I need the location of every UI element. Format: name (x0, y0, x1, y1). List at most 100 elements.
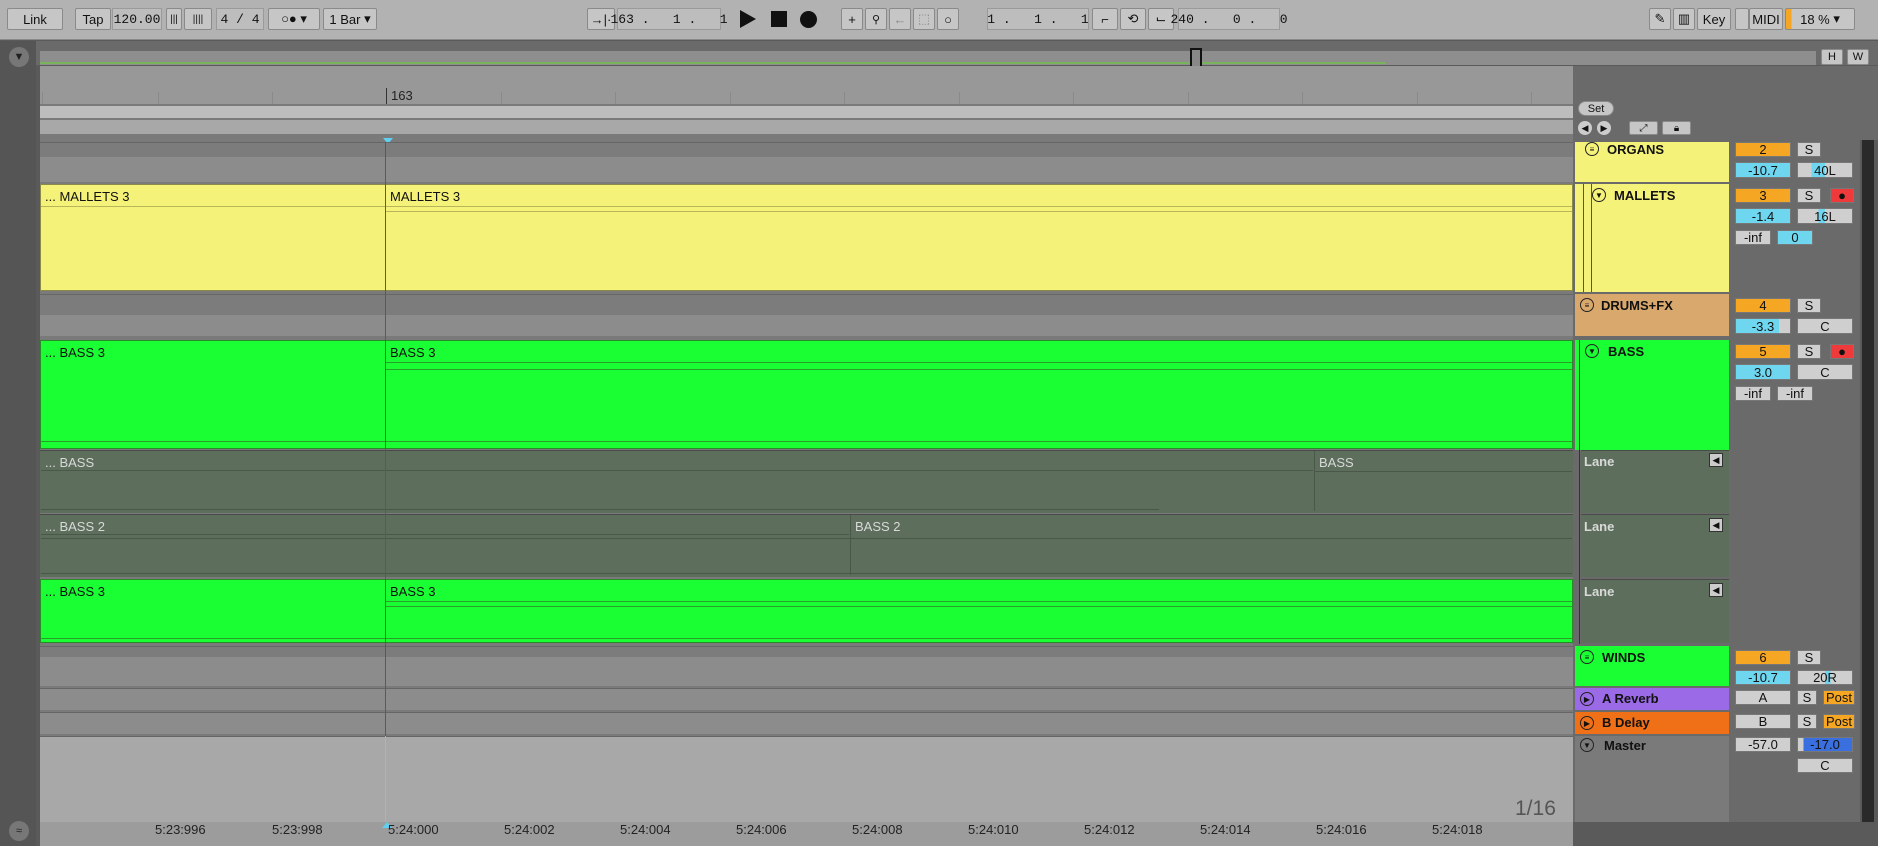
reverb-track-lane[interactable] (40, 688, 1573, 710)
master-pan[interactable]: C (1797, 758, 1853, 773)
key-map-button[interactable]: Key (1697, 8, 1731, 30)
reverb-track-letter[interactable]: A (1735, 690, 1791, 705)
reverb-name[interactable]: A Reverb (1602, 691, 1659, 706)
speaker-icon[interactable]: ◀ (1709, 518, 1723, 532)
punch-in-icon[interactable]: ⌐ (1092, 8, 1118, 30)
loop-start-field[interactable]: 1 . 1 . 1 (987, 8, 1089, 30)
bass-clip-right[interactable]: BASS 3 (386, 341, 1572, 363)
lock-icon[interactable]: 🔒︎ (1662, 121, 1691, 135)
prev-locator-icon[interactable]: ◀ (1578, 121, 1592, 135)
take-lane-3-label[interactable]: Lane (1584, 584, 1614, 599)
organs-track-number[interactable]: 2 (1735, 142, 1791, 157)
bass-solo-button[interactable]: S (1797, 344, 1821, 359)
nudge-down-icon[interactable]: ||| (166, 8, 182, 30)
master-volume[interactable]: -57.0 (1735, 737, 1791, 752)
winds-volume[interactable]: -10.7 (1735, 670, 1791, 685)
organs-solo-button[interactable]: S (1797, 142, 1821, 157)
delay-track-lane[interactable] (40, 712, 1573, 734)
speaker-icon[interactable]: ◀ (1709, 583, 1723, 597)
take-lane-1-clip-right[interactable]: BASS (1314, 451, 1572, 511)
groove-toggle-icon[interactable]: ≈ (9, 821, 29, 841)
take-lane-2-clip-left[interactable]: ... BASS 2 (41, 515, 849, 535)
delay-solo-button[interactable]: S (1797, 714, 1817, 729)
time-signature-field[interactable]: 4 / 4 (216, 8, 264, 30)
add-icon[interactable]: + (841, 8, 863, 30)
mallets-track-number[interactable]: 3 (1735, 188, 1791, 203)
drums-solo-button[interactable]: S (1797, 298, 1821, 313)
delay-track-letter[interactable]: B (1735, 714, 1791, 729)
vertical-scrollbar[interactable] (1862, 140, 1874, 822)
keyboard-icon[interactable]: ▥ (1673, 8, 1695, 30)
winds-solo-button[interactable]: S (1797, 650, 1821, 665)
reverb-post-button[interactable]: Post (1823, 690, 1855, 705)
master-track-lane[interactable] (40, 736, 1573, 822)
song-position-field[interactable]: 163 . 1 . 1 (610, 8, 728, 30)
bass-clip-left[interactable]: ... BASS 3 (41, 341, 385, 363)
organs-pan[interactable]: 40L (1797, 162, 1853, 178)
bass-name[interactable]: BASS (1608, 344, 1644, 359)
take-lane-2-label[interactable]: Lane (1584, 519, 1614, 534)
nudge-up-icon[interactable]: |||| (184, 8, 212, 30)
play-icon[interactable] (740, 10, 756, 28)
bass-pan[interactable]: C (1797, 364, 1853, 380)
winds-track-number[interactable]: 6 (1735, 650, 1791, 665)
quantize-select[interactable]: 1 Bar ▾ (323, 8, 377, 30)
take-lane-1-clip-left[interactable]: ... BASS (41, 451, 1313, 471)
width-toggle-button[interactable]: W (1847, 49, 1869, 65)
midi-map-button[interactable]: MIDI (1749, 8, 1783, 30)
locator-strip[interactable] (40, 120, 1573, 134)
bass-volume[interactable]: 3.0 (1735, 364, 1791, 380)
loop-brace-strip[interactable] (40, 106, 1573, 118)
mallets-name[interactable]: MALLETS (1614, 188, 1675, 203)
drums-volume[interactable]: -3.3 (1735, 318, 1791, 334)
loop-switch-icon[interactable]: ⟲ (1120, 8, 1146, 30)
bass-header[interactable] (1575, 340, 1729, 450)
tempo-field[interactable]: 120.00 (112, 8, 162, 30)
track-fold-icon[interactable]: ▼ (1585, 344, 1599, 358)
browser-toggle-icon[interactable]: ▼ (9, 47, 29, 67)
mallets-arm-icon[interactable]: ● (1830, 188, 1854, 203)
organs-volume[interactable]: -10.7 (1735, 162, 1791, 178)
delay-header[interactable] (1575, 712, 1729, 734)
link-button[interactable]: Link (7, 8, 63, 30)
mallets-volume[interactable]: -1.4 (1735, 208, 1791, 224)
drums-track-number[interactable]: 4 (1735, 298, 1791, 313)
delay-name[interactable]: B Delay (1602, 715, 1650, 730)
winds-pan[interactable]: 20R (1797, 670, 1853, 685)
device-expand-icon[interactable]: ▶ (1580, 692, 1594, 706)
delay-post-button[interactable]: Post (1823, 714, 1855, 729)
group-fold-icon[interactable]: ≡ (1585, 142, 1599, 156)
winds-header[interactable] (1575, 646, 1729, 686)
grid-size-label[interactable]: 1/16 (1515, 797, 1556, 821)
set-locator-button[interactable]: Set (1578, 101, 1614, 116)
take-lane-2-clip-right[interactable]: BASS 2 (850, 515, 1572, 575)
master-header[interactable] (1575, 736, 1729, 822)
track-fold-icon[interactable]: ▼ (1592, 188, 1606, 202)
metronome-icon[interactable]: ○● ▾ (268, 8, 320, 30)
capture-icon[interactable]: ⬚ (913, 8, 935, 30)
mallets-solo-button[interactable]: S (1797, 188, 1821, 203)
group-fold-icon[interactable]: ≡ (1580, 650, 1594, 664)
group-fold-icon[interactable]: ≡ (1580, 298, 1594, 312)
back-to-arrangement-icon[interactable]: ← (889, 8, 911, 30)
record-icon[interactable] (800, 11, 817, 28)
take-lane-1-label[interactable]: Lane (1584, 454, 1614, 469)
expand-icon[interactable]: ⤢ (1629, 121, 1658, 135)
take-lane-3-clip-right[interactable]: BASS 3 (386, 580, 1572, 602)
automation-arm-icon[interactable]: ⚲ (865, 8, 887, 30)
winds-name[interactable]: WINDS (1602, 650, 1645, 665)
height-toggle-button[interactable]: H (1821, 49, 1843, 65)
bass-track-number[interactable]: 5 (1735, 344, 1791, 359)
organs-name[interactable]: ORGANS (1607, 142, 1664, 157)
tap-button[interactable]: Tap (75, 8, 111, 30)
mallets-clip-right[interactable]: MALLETS 3 (386, 185, 1572, 207)
device-expand-icon[interactable]: ▶ (1580, 716, 1594, 730)
loop-length-field[interactable]: 240 . 0 . 0 (1170, 8, 1288, 30)
reverb-solo-button[interactable]: S (1797, 690, 1817, 705)
mallets-clip-left[interactable]: ... MALLETS 3 (41, 185, 385, 207)
master-gain[interactable]: -17.0 (1797, 737, 1853, 752)
beat-ruler[interactable] (40, 66, 1573, 104)
session-record-icon[interactable]: ○ (937, 8, 959, 30)
next-locator-icon[interactable]: ▶ (1597, 121, 1611, 135)
drums-name[interactable]: DRUMS+FX (1601, 298, 1673, 313)
